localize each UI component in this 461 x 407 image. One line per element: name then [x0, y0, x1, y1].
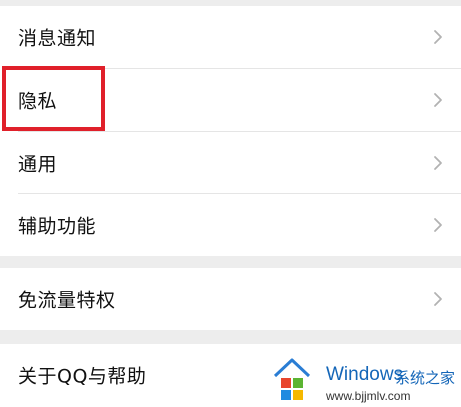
settings-item-label: 隐私	[18, 90, 58, 113]
settings-item-privacy[interactable]: 隐私	[0, 69, 461, 131]
settings-item-label: 辅助功能	[18, 215, 97, 238]
watermark: Windows 系统之家 www.bjjmlv.com	[270, 352, 461, 407]
settings-item-label: 关于QQ与帮助	[18, 365, 147, 388]
settings-item-accessibility[interactable]: 辅助功能	[0, 194, 461, 256]
settings-item-label: 消息通知	[18, 27, 97, 50]
settings-item-label: 通用	[18, 153, 58, 176]
watermark-url: www.bjjmlv.com	[326, 389, 411, 403]
settings-group-main: 消息通知 隐私 通用 辅助功能	[0, 6, 461, 256]
settings-item-label: 免流量特权	[18, 289, 116, 312]
settings-group-data: 免流量特权	[0, 268, 461, 330]
watermark-title: Windows	[326, 364, 404, 385]
chevron-right-icon	[434, 292, 442, 306]
chevron-right-icon	[434, 93, 442, 107]
chevron-right-icon	[434, 218, 442, 232]
windows-logo-icon	[273, 358, 311, 400]
settings-item-general[interactable]: 通用	[0, 132, 461, 194]
chevron-right-icon	[434, 30, 442, 44]
chevron-right-icon	[434, 156, 442, 170]
settings-item-notifications[interactable]: 消息通知	[0, 6, 461, 68]
watermark-subtitle: 系统之家	[395, 369, 456, 387]
settings-item-free-data[interactable]: 免流量特权	[0, 268, 461, 330]
settings-screen: 消息通知 隐私 通用 辅助功能 免流量特权 关于QQ与帮助 Windows 系统…	[0, 0, 461, 407]
